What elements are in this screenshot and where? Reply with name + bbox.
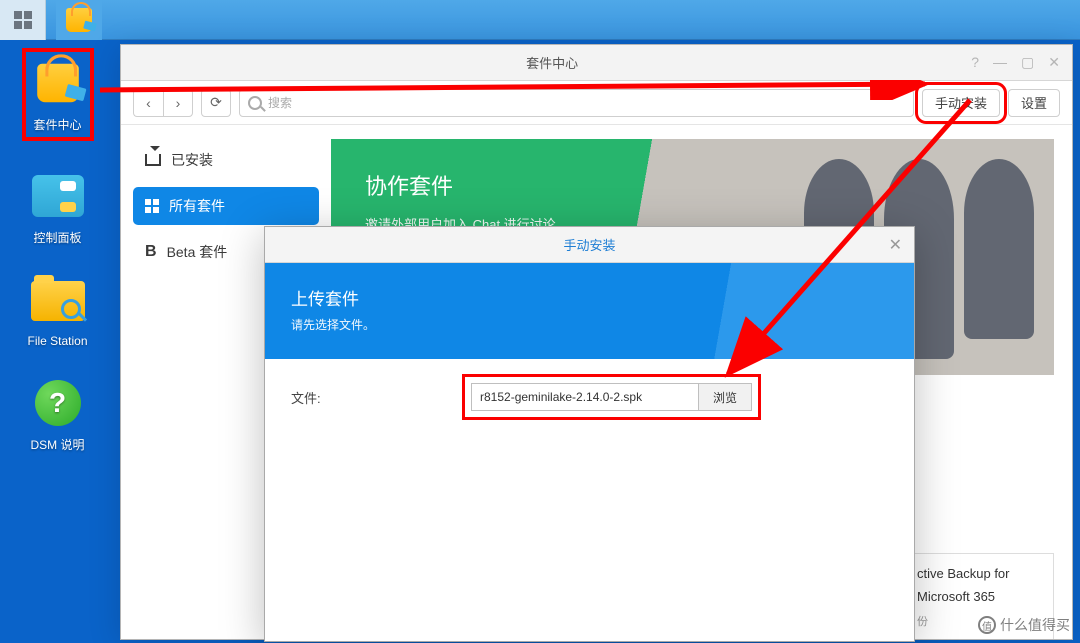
toolbar: ‹ › ⟳ 搜索 手动安装 设置 xyxy=(121,81,1072,125)
dialog-body: 文件: r8152-geminilake-2.14.0-2.spk 浏览 xyxy=(265,359,914,435)
desktop-item-package-center[interactable]: 套件中心 xyxy=(22,48,94,141)
download-icon xyxy=(145,154,161,166)
browse-button[interactable]: 浏览 xyxy=(699,383,752,411)
refresh-button[interactable]: ⟳ xyxy=(201,89,231,117)
dialog-heading: 上传套件 xyxy=(291,285,888,310)
close-icon[interactable]: ✕ xyxy=(1048,54,1060,71)
sidebar-item-label: 已安装 xyxy=(171,150,213,170)
dialog-title: 手动安装 xyxy=(563,235,615,254)
file-path-input[interactable]: r8152-geminilake-2.14.0-2.spk xyxy=(471,383,699,411)
folder-icon xyxy=(31,281,85,321)
taskbar-app-package-center[interactable] xyxy=(56,0,102,40)
desktop-label: 控制面板 xyxy=(33,229,81,246)
search-icon xyxy=(248,96,262,110)
dialog-banner: 上传套件 请先选择文件。 xyxy=(265,263,914,359)
sidebar-item-all-packages[interactable]: 所有套件 xyxy=(133,187,319,225)
desktop-label: DSM 说明 xyxy=(30,436,84,453)
desktop-item-control-panel[interactable]: 控制面板 xyxy=(28,169,88,246)
manual-install-button[interactable]: 手动安装 xyxy=(922,89,1000,117)
close-icon[interactable]: ✕ xyxy=(889,235,902,255)
window-titlebar[interactable]: 套件中心 ? — ▢ ✕ xyxy=(121,45,1072,81)
maximize-icon[interactable]: ▢ xyxy=(1021,54,1034,71)
apps-menu-button[interactable] xyxy=(0,0,46,40)
watermark: 值 什么值得买 xyxy=(978,615,1070,635)
minimize-icon[interactable]: — xyxy=(993,54,1007,71)
control-panel-icon xyxy=(32,175,84,217)
desktop-label: 套件中心 xyxy=(33,116,81,133)
sidebar-item-label: Beta 套件 xyxy=(167,242,228,262)
desktop-item-dsm-help[interactable]: ? DSM 说明 xyxy=(28,376,88,453)
dialog-subtext: 请先选择文件。 xyxy=(291,316,888,333)
search-input[interactable]: 搜索 xyxy=(239,89,914,117)
card-title: ctive Backup for xyxy=(917,566,1041,581)
sidebar-item-label: 所有套件 xyxy=(169,196,225,216)
manual-install-dialog: 手动安装 ✕ 上传套件 请先选择文件。 文件: r8152-geminilake… xyxy=(264,226,915,642)
search-placeholder: 搜索 xyxy=(268,94,292,111)
desktop-item-file-station[interactable]: File Station xyxy=(27,274,87,348)
window-title: 套件中心 xyxy=(133,53,971,72)
file-label: 文件: xyxy=(291,388,471,407)
sidebar-item-installed[interactable]: 已安装 xyxy=(133,141,319,179)
help-icon[interactable]: ? xyxy=(971,54,979,71)
settings-button[interactable]: 设置 xyxy=(1008,89,1060,117)
logo-icon: 值 xyxy=(978,616,996,634)
desktop: 套件中心 控制面板 File Station ? DSM 说明 xyxy=(0,40,115,643)
dialog-titlebar[interactable]: 手动安装 ✕ xyxy=(265,227,914,263)
back-button[interactable]: ‹ xyxy=(133,89,163,117)
desktop-label: File Station xyxy=(27,334,87,348)
grid-icon xyxy=(14,11,32,29)
shopping-bag-icon xyxy=(37,64,79,102)
forward-button[interactable]: › xyxy=(163,89,193,117)
help-icon: ? xyxy=(35,380,81,426)
card-title: Microsoft 365 xyxy=(917,589,1041,604)
window-controls: ? — ▢ ✕ xyxy=(971,54,1060,71)
grid-icon xyxy=(145,199,159,213)
taskbar xyxy=(0,0,1080,40)
shopping-bag-icon xyxy=(66,8,92,32)
beta-icon: B xyxy=(145,243,157,261)
card-sub: 份 xyxy=(917,616,928,628)
